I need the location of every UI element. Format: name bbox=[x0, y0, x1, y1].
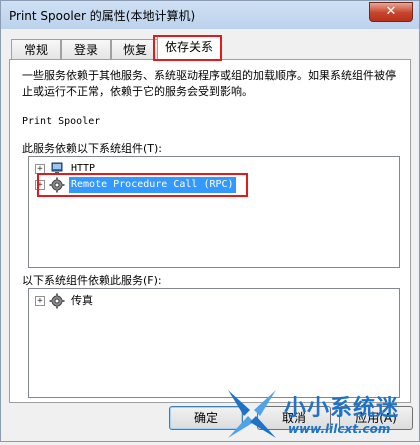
service-gear-icon bbox=[49, 293, 65, 309]
window-title: Print Spooler 的属性(本地计算机) bbox=[9, 9, 196, 23]
expand-icon[interactable]: + bbox=[35, 296, 45, 306]
watermark-title: 小小系统迷 bbox=[284, 396, 400, 421]
title-bar[interactable]: Print Spooler 的属性(本地计算机) ✕ bbox=[1, 1, 419, 29]
watermark-url: www.lilcxt.com bbox=[288, 422, 391, 436]
tab-recovery[interactable]: 恢复 bbox=[111, 39, 159, 60]
watermark: 小小系统迷 www.lilcxt.com bbox=[222, 382, 420, 442]
watermark-logo-icon bbox=[222, 382, 282, 442]
depends-on-label: 此服务依赖以下系统组件(T): bbox=[22, 142, 163, 155]
tab-logon[interactable]: 登录 bbox=[61, 39, 111, 60]
rpc-highlight-box bbox=[37, 173, 248, 197]
dependencies-panel: 一些服务依赖于其他服务、系统驱动程序或组的加载顺序。如果系统组件被停止或运行不正… bbox=[9, 59, 411, 403]
dependencies-description: 一些服务依赖于其他服务、系统驱动程序或组的加载顺序。如果系统组件被停止或运行不正… bbox=[22, 69, 396, 98]
dependents-label: 以下系统组件依赖此服务(F): bbox=[22, 274, 162, 287]
tree-item-label: 传真 bbox=[71, 294, 93, 307]
tab-highlight-box bbox=[153, 35, 222, 61]
tab-general[interactable]: 常规 bbox=[11, 39, 61, 60]
properties-dialog: Print Spooler 的属性(本地计算机) ✕ 常规 登录 恢复 依存关系… bbox=[0, 0, 420, 442]
service-name: Print Spooler bbox=[22, 116, 101, 127]
close-button[interactable]: ✕ bbox=[369, 2, 413, 22]
